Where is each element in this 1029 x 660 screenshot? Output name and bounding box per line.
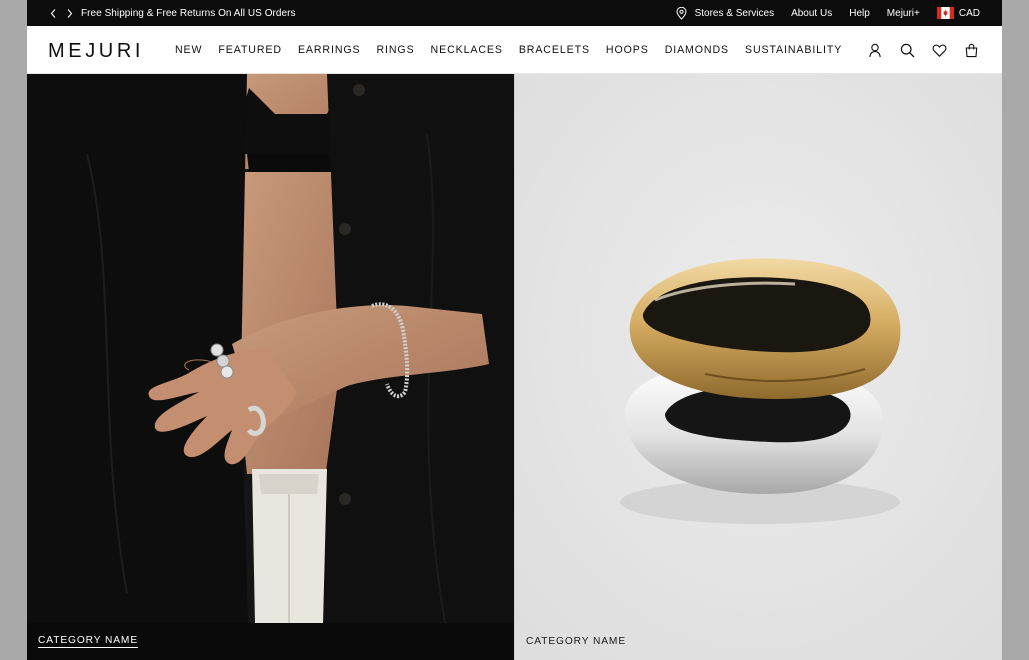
nav-diamonds[interactable]: DIAMONDS bbox=[665, 44, 729, 56]
bag-icon[interactable] bbox=[962, 41, 980, 59]
utility-links: Stores & Services About Us Help Mejuri+ … bbox=[676, 0, 980, 26]
search-icon[interactable] bbox=[898, 41, 916, 59]
announcement-text[interactable]: Free Shipping & Free Returns On All US O… bbox=[81, 8, 296, 19]
page-frame: Free Shipping & Free Returns On All US O… bbox=[27, 0, 1002, 660]
stores-services-link[interactable]: Stores & Services bbox=[695, 8, 774, 19]
category-caption-right[interactable]: CATEGORY NAME bbox=[515, 623, 1002, 660]
nav-rings[interactable]: RINGS bbox=[376, 44, 414, 56]
category-tile-left[interactable]: CATEGORY NAME bbox=[27, 74, 514, 660]
gold-silver-rings-image bbox=[515, 74, 1002, 660]
nav-earrings[interactable]: EARRINGS bbox=[298, 44, 361, 56]
category-name-right: CATEGORY NAME bbox=[526, 636, 627, 647]
nav-featured[interactable]: FEATURED bbox=[218, 44, 282, 56]
map-pin-icon[interactable] bbox=[676, 6, 687, 20]
account-icon[interactable] bbox=[866, 41, 884, 59]
nav-new[interactable]: NEW bbox=[175, 44, 202, 56]
chevron-left-icon[interactable] bbox=[45, 0, 61, 26]
help-link[interactable]: Help bbox=[849, 8, 870, 19]
nav-hoops[interactable]: HOOPS bbox=[606, 44, 649, 56]
mejuri-plus-link[interactable]: Mejuri+ bbox=[887, 8, 920, 19]
nav-sustainability[interactable]: SUSTAINABILITY bbox=[745, 44, 842, 56]
nav-bracelets[interactable]: BRACELETS bbox=[519, 44, 590, 56]
currency-selector[interactable]: CAD bbox=[936, 7, 980, 19]
category-name-left: CATEGORY NAME bbox=[38, 635, 139, 648]
currency-label: CAD bbox=[958, 7, 980, 19]
announcement-bar: Free Shipping & Free Returns On All US O… bbox=[27, 0, 1002, 26]
header-icons bbox=[852, 26, 980, 74]
chevron-right-icon[interactable] bbox=[61, 0, 77, 26]
about-us-link[interactable]: About Us bbox=[791, 8, 832, 19]
main-nav: NEW FEATURED EARRINGS RINGS NECKLACES BR… bbox=[175, 26, 858, 74]
heart-icon[interactable] bbox=[930, 41, 948, 59]
main-header: MEJURI NEW FEATURED EARRINGS RINGS NECKL… bbox=[27, 26, 1002, 74]
mejuri-logo[interactable]: MEJURI bbox=[48, 40, 144, 63]
category-tile-right[interactable]: CATEGORY NAME bbox=[514, 74, 1002, 660]
category-caption-left[interactable]: CATEGORY NAME bbox=[27, 623, 514, 660]
nav-necklaces[interactable]: NECKLACES bbox=[431, 44, 503, 56]
canada-flag-icon bbox=[936, 7, 954, 19]
model-wearing-jewelry-image bbox=[27, 74, 514, 660]
